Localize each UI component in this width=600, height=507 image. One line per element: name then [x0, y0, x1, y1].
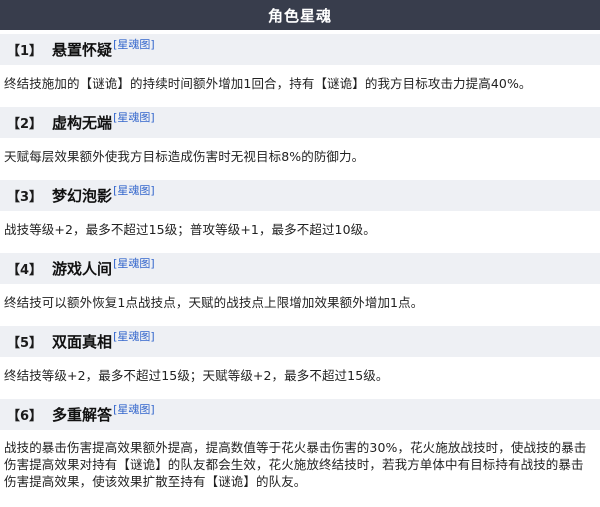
- eidolon-page: 角色星魂 【1】 悬置怀疑 [星魂图] 终结技施加的【谜诡】的持续时间额外增加1…: [0, 0, 600, 507]
- eidolon-description: 战技的暴击伤害提高效果额外提高，提高数值等于花火暴击伤害的30%，花火施放战技时…: [4, 440, 587, 489]
- eidolon-image-link[interactable]: [星魂图]: [113, 401, 155, 417]
- eidolon-number: 【6】: [7, 409, 43, 424]
- eidolon-header-4: 【4】 游戏人间 [星魂图]: [0, 253, 600, 284]
- eidolon-header-2: 【2】 虚构无端 [星魂图]: [0, 107, 600, 138]
- eidolon-number: 【2】: [7, 117, 43, 132]
- eidolon-description: 终结技施加的【谜诡】的持续时间额外增加1回合，持有【谜诡】的我方目标攻击力提高4…: [4, 76, 532, 91]
- eidolon-list: 【1】 悬置怀疑 [星魂图] 终结技施加的【谜诡】的持续时间额外增加1回合，持有…: [0, 34, 600, 501]
- page-title: 角色星魂: [0, 0, 600, 30]
- eidolon-name: 梦幻泡影: [52, 187, 113, 205]
- eidolon-image-link[interactable]: [星魂图]: [113, 255, 155, 271]
- eidolon-header-1: 【1】 悬置怀疑 [星魂图]: [0, 34, 600, 65]
- eidolon-description: 天赋每层效果额外使我方目标造成伤害时无视目标8%的防御力。: [4, 149, 365, 164]
- eidolon-header-3: 【3】 梦幻泡影 [星魂图]: [0, 180, 600, 211]
- eidolon-number: 【1】: [7, 44, 43, 59]
- eidolon-number: 【3】: [7, 190, 43, 205]
- eidolon-description: 战技等级+2，最多不超过15级；普攻等级+1，最多不超过10级。: [4, 222, 376, 237]
- eidolon-number: 【5】: [7, 336, 43, 351]
- eidolon-image-link[interactable]: [星魂图]: [113, 328, 155, 344]
- eidolon-name: 悬置怀疑: [52, 41, 113, 59]
- eidolon-header-5: 【5】 双面真相 [星魂图]: [0, 326, 600, 357]
- eidolon-image-link[interactable]: [星魂图]: [113, 109, 155, 125]
- eidolon-name: 多重解答: [52, 406, 113, 424]
- eidolon-name: 虚构无端: [52, 114, 113, 132]
- eidolon-header-6: 【6】 多重解答 [星魂图]: [0, 399, 600, 430]
- eidolon-image-link[interactable]: [星魂图]: [113, 36, 155, 52]
- eidolon-name: 游戏人间: [52, 260, 113, 278]
- eidolon-name: 双面真相: [52, 333, 113, 351]
- eidolon-description: 终结技可以额外恢复1点战技点，天赋的战技点上限增加效果额外增加1点。: [4, 295, 424, 310]
- eidolon-number: 【4】: [7, 263, 43, 278]
- eidolon-image-link[interactable]: [星魂图]: [113, 182, 155, 198]
- eidolon-description: 终结技等级+2，最多不超过15级；天赋等级+2，最多不超过15级。: [4, 368, 389, 383]
